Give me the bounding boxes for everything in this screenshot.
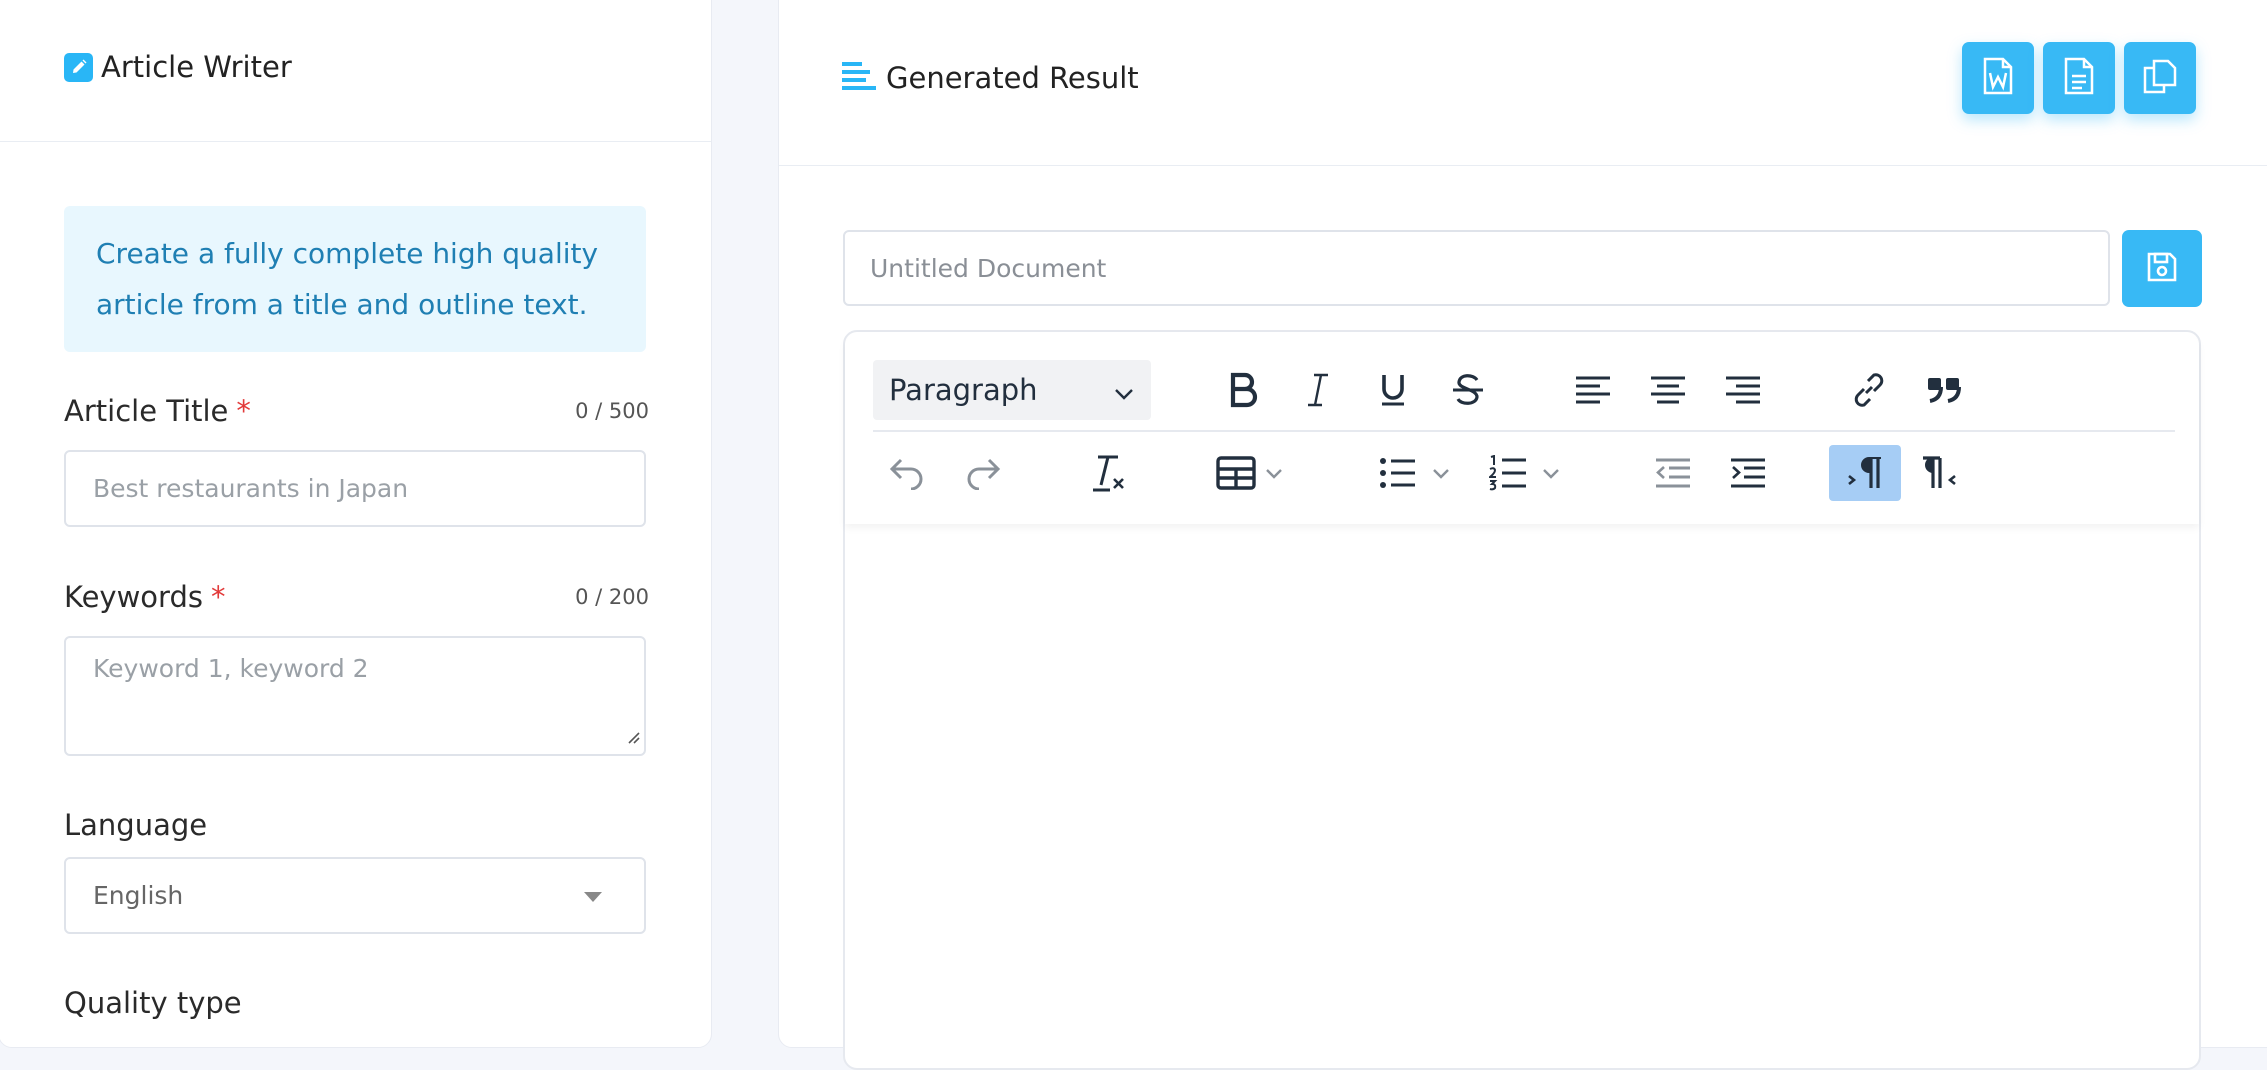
chevron-down-icon xyxy=(1431,463,1451,483)
required-mark: * xyxy=(210,580,226,614)
align-right-button[interactable] xyxy=(1715,362,1771,418)
keywords-textarea[interactable]: Keyword 1, keyword 2 xyxy=(64,636,646,756)
article-title-label: Article Title * xyxy=(64,394,251,428)
header-divider xyxy=(779,165,2267,166)
align-center-icon xyxy=(1650,375,1686,405)
panel-title: Article Writer xyxy=(101,50,292,84)
italic-button[interactable] xyxy=(1290,362,1346,418)
align-left-button[interactable] xyxy=(1565,362,1621,418)
outdent-icon xyxy=(1655,457,1691,489)
indent-button[interactable] xyxy=(1720,445,1776,501)
chevron-down-icon xyxy=(1264,463,1284,483)
editor-content-area[interactable] xyxy=(845,524,2199,1068)
redo-icon xyxy=(965,456,1001,490)
list-lines-icon xyxy=(842,62,876,94)
text-doc-icon xyxy=(2063,57,2095,99)
info-box: Create a fully complete high quality art… xyxy=(64,206,646,352)
block-format-value: Paragraph xyxy=(889,373,1038,407)
required-mark: * xyxy=(236,394,251,428)
export-text-button[interactable] xyxy=(2043,42,2115,114)
document-title-input[interactable]: Untitled Document xyxy=(843,230,2110,306)
outdent-button[interactable] xyxy=(1645,445,1701,501)
save-button[interactable] xyxy=(2122,230,2202,307)
block-format-select[interactable]: Paragraph xyxy=(873,360,1151,420)
indent-icon xyxy=(1730,457,1766,489)
caret-down-icon xyxy=(584,891,602,902)
numbered-list-button[interactable] xyxy=(1480,445,1570,501)
link-icon xyxy=(1850,371,1888,409)
blockquote-button[interactable] xyxy=(1916,362,1972,418)
table-button[interactable] xyxy=(1205,445,1295,501)
redo-button[interactable] xyxy=(955,445,1011,501)
align-left-icon xyxy=(1575,375,1611,405)
result-title: Generated Result xyxy=(886,61,1139,95)
language-select[interactable]: English xyxy=(64,857,646,934)
keywords-label: Keywords * xyxy=(64,580,225,614)
panel-header: Article Writer xyxy=(64,50,292,84)
save-icon xyxy=(2146,251,2178,287)
align-right-icon xyxy=(1725,375,1761,405)
bold-icon xyxy=(1228,372,1258,408)
clear-format-button[interactable] xyxy=(1080,445,1136,501)
rich-text-editor[interactable]: Paragraph xyxy=(843,330,2201,1070)
clear-format-icon xyxy=(1090,453,1126,493)
undo-icon xyxy=(889,456,925,490)
numbered-list-icon xyxy=(1489,455,1527,491)
word-doc-icon xyxy=(1982,57,2014,99)
export-word-button[interactable] xyxy=(1962,42,2034,114)
align-center-button[interactable] xyxy=(1640,362,1696,418)
resize-handle-icon[interactable] xyxy=(626,721,640,750)
strikethrough-button[interactable] xyxy=(1440,362,1496,418)
underline-icon xyxy=(1379,372,1407,408)
toolbar-divider xyxy=(873,430,2175,432)
table-icon xyxy=(1216,456,1256,490)
bullet-list-button[interactable] xyxy=(1370,445,1460,501)
italic-icon xyxy=(1305,372,1331,408)
header-divider xyxy=(0,141,711,142)
language-value: English xyxy=(93,881,184,910)
strikethrough-icon xyxy=(1451,372,1485,408)
article-title-placeholder: Best restaurants in Japan xyxy=(93,474,409,503)
document-title-placeholder: Untitled Document xyxy=(870,253,1107,283)
copy-icon xyxy=(2142,58,2178,98)
article-title-counter: 0 / 500 xyxy=(575,399,649,423)
blockquote-icon xyxy=(1927,377,1961,403)
ltr-button[interactable] xyxy=(1829,445,1901,501)
keywords-counter: 0 / 200 xyxy=(575,585,649,609)
editor-toolbar: Paragraph xyxy=(845,332,2199,524)
pencil-icon xyxy=(64,52,93,82)
result-header: Generated Result xyxy=(842,58,1139,98)
chevron-down-icon xyxy=(1541,463,1561,483)
rtl-button[interactable] xyxy=(1911,445,1967,501)
bold-button[interactable] xyxy=(1215,362,1271,418)
keywords-label-text: Keywords xyxy=(64,580,203,614)
link-button[interactable] xyxy=(1841,362,1897,418)
underline-button[interactable] xyxy=(1365,362,1421,418)
copy-button[interactable] xyxy=(2124,42,2196,114)
quality-type-label: Quality type xyxy=(64,986,242,1020)
ltr-icon xyxy=(1847,456,1883,490)
article-title-input[interactable]: Best restaurants in Japan xyxy=(64,450,646,527)
bullet-list-icon xyxy=(1379,457,1417,489)
chevron-down-icon xyxy=(1113,378,1135,412)
keywords-placeholder: Keyword 1, keyword 2 xyxy=(93,654,369,683)
article-title-label-text: Article Title xyxy=(64,394,229,428)
language-label: Language xyxy=(64,808,208,842)
undo-button[interactable] xyxy=(879,445,935,501)
rtl-icon xyxy=(1921,456,1957,490)
